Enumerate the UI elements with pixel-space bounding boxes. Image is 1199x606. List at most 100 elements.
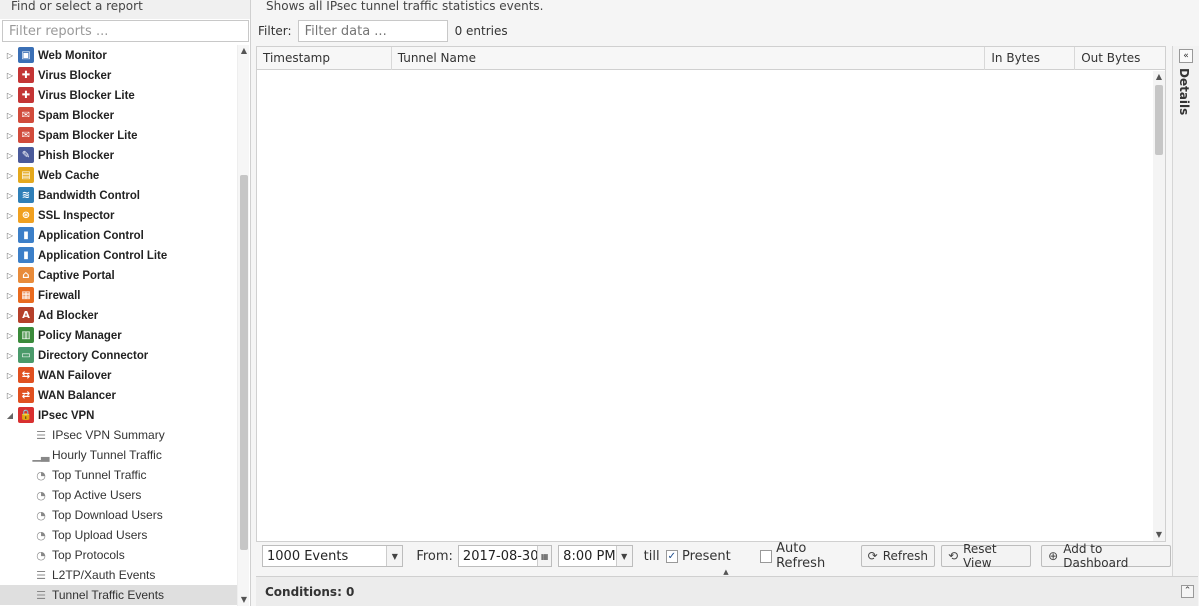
tree-item-spam-blocker-lite[interactable]: ▷ ✉ Spam Blocker Lite [0, 125, 237, 145]
auto-refresh-checkbox[interactable] [759, 549, 773, 563]
tree-child-report[interactable]: ☰ IPsec VPN Summary [0, 425, 237, 445]
column-header-timestamp[interactable]: Timestamp [257, 47, 392, 70]
expand-up-icon[interactable]: ⌃ [1181, 585, 1194, 598]
scroll-thumb[interactable] [240, 175, 248, 550]
column-header-tunnel-name[interactable]: Tunnel Name [392, 47, 986, 70]
tree-item-ad-blocker[interactable]: ▷ A Ad Blocker [0, 305, 237, 325]
ssl-inspector-icon: ⊛ [18, 207, 34, 223]
tree-expand-arrow-icon[interactable]: ▷ [6, 51, 14, 60]
tree-child-report[interactable]: ◔ Top Tunnel Traffic [0, 465, 237, 485]
tree-child-label: Top Tunnel Traffic [52, 468, 147, 482]
tree-child-label: Top Upload Users [52, 528, 148, 542]
column-header-out-bytes[interactable]: Out Bytes [1075, 47, 1165, 70]
tree-child-report[interactable]: ☰ L2TP/Xauth Events [0, 565, 237, 585]
tree-item-virus-blocker-lite[interactable]: ▷ ✚ Virus Blocker Lite [0, 85, 237, 105]
details-panel-collapsed[interactable]: « Details [1172, 46, 1199, 576]
tree-expand-arrow-icon[interactable]: ▷ [6, 311, 14, 320]
tree-expand-arrow-icon[interactable]: ▷ [6, 351, 14, 360]
scroll-up-arrow-icon[interactable]: ▲ [238, 45, 250, 57]
pie-chart-icon: ◔ [36, 528, 46, 542]
chevron-down-icon[interactable]: ▼ [386, 546, 403, 566]
calendar-icon[interactable]: ▦ [537, 546, 552, 566]
column-header-in-bytes[interactable]: In Bytes [985, 47, 1076, 70]
virus-blocker-icon: ✚ [18, 67, 34, 83]
tree-expand-arrow-icon[interactable]: ▷ [6, 171, 14, 180]
splitter-handle-icon[interactable]: ▲ [711, 569, 741, 576]
list-icon: ☰ [36, 568, 46, 582]
tree-item-label: Virus Blocker Lite [38, 88, 135, 102]
tree-child-report[interactable]: ◔ Top Active Users [0, 485, 237, 505]
tree-item-captive-portal[interactable]: ▷ ⌂ Captive Portal [0, 265, 237, 285]
expand-left-icon[interactable]: « [1179, 49, 1193, 63]
filter-data-input[interactable] [297, 20, 448, 42]
tree-expand-arrow-icon[interactable]: ▷ [6, 71, 14, 80]
tree-item-application-control-lite[interactable]: ▷ ▮ Application Control Lite [0, 245, 237, 265]
tree-item-bandwidth-control[interactable]: ▷ ≋ Bandwidth Control [0, 185, 237, 205]
tree-expand-arrow-icon[interactable]: ▷ [6, 211, 14, 220]
grid-scrollbar[interactable]: ▲ ▼ [1153, 71, 1165, 541]
tree-expand-arrow-icon[interactable]: ▷ [6, 151, 14, 160]
tree-expand-arrow-icon[interactable]: ▷ [6, 191, 14, 200]
pie-chart-icon: ◔ [36, 508, 46, 522]
tree-child-report[interactable]: ◔ Top Upload Users [0, 525, 237, 545]
tree-expand-arrow-icon[interactable]: ▷ [6, 251, 14, 260]
conditions-bar[interactable]: Conditions: 0 ⌃ [256, 576, 1198, 606]
scroll-down-arrow-icon[interactable]: ▼ [238, 594, 250, 606]
tree-item-spam-blocker[interactable]: ▷ ✉ Spam Blocker [0, 105, 237, 125]
filter-bar: Filter: 0 entries [256, 18, 1171, 44]
reset-view-button[interactable]: ⟲ Reset View [941, 542, 1032, 570]
tree-item-label: Application Control [38, 228, 144, 242]
tree-item-wan-failover[interactable]: ▷ ⇆ WAN Failover [0, 365, 237, 385]
refresh-button-label: Refresh [882, 549, 929, 563]
tree-expand-arrow-icon[interactable]: ▷ [6, 371, 14, 380]
tree-item-phish-blocker[interactable]: ▷ ✎ Phish Blocker [0, 145, 237, 165]
present-label: Present [681, 548, 731, 564]
tree-child-label: IPsec VPN Summary [52, 428, 165, 442]
scroll-thumb[interactable] [1155, 85, 1163, 155]
tree-child-report[interactable]: ☰ Tunnel Traffic Events [0, 585, 237, 605]
tree-item-directory-connector[interactable]: ▷ ▭ Directory Connector [0, 345, 237, 365]
refresh-button[interactable]: ⟳ Refresh [860, 545, 936, 567]
reset-view-button-label: Reset View [963, 542, 997, 570]
tree-expand-arrow-icon[interactable]: ▷ [6, 131, 14, 140]
from-date-field[interactable]: 2017-08-30 ▦ [457, 545, 553, 567]
tree-item-ipsec-vpn[interactable]: ◢ 🔒 IPsec VPN [0, 405, 237, 425]
tree-item-wan-balancer[interactable]: ▷ ⇄ WAN Balancer [0, 385, 237, 405]
tree-expand-arrow-icon[interactable]: ▷ [6, 331, 14, 340]
reports-tree-scrollbar[interactable]: ▲ ▼ [237, 45, 249, 606]
tree-item-application-control[interactable]: ▷ ▮ Application Control [0, 225, 237, 245]
grid-header: Timestamp Tunnel Name In Bytes Out Bytes [257, 47, 1165, 70]
tree-child-report[interactable]: ▁▃ Hourly Tunnel Traffic [0, 445, 237, 465]
tree-item-label: Policy Manager [38, 328, 122, 342]
filter-reports-input[interactable] [2, 20, 249, 42]
tree-child-report[interactable]: ◔ Top Download Users [0, 505, 237, 525]
policy-manager-icon: ▥ [18, 327, 34, 343]
tree-expand-arrow-icon[interactable]: ▷ [6, 291, 14, 300]
tree-collapse-arrow-icon[interactable]: ◢ [6, 411, 14, 420]
from-time-select[interactable]: 8:00 PM ▼ [558, 545, 633, 567]
tree-expand-arrow-icon[interactable]: ▷ [6, 231, 14, 240]
chevron-down-icon[interactable]: ▼ [615, 546, 632, 566]
tree-item-label: Captive Portal [38, 268, 115, 282]
add-to-dashboard-button[interactable]: ⊕ Add to Dashboard [1041, 542, 1172, 570]
web-cache-icon: ▤ [18, 167, 34, 183]
tree-expand-arrow-icon[interactable]: ▷ [6, 111, 14, 120]
scroll-up-arrow-icon[interactable]: ▲ [1153, 71, 1165, 83]
tree-item-policy-manager[interactable]: ▷ ▥ Policy Manager [0, 325, 237, 345]
scroll-down-arrow-icon[interactable]: ▼ [1153, 529, 1165, 541]
plus-circle-icon: ⊕ [1048, 549, 1059, 563]
tree-item-virus-blocker[interactable]: ▷ ✚ Virus Blocker [0, 65, 237, 85]
tree-expand-arrow-icon[interactable]: ▷ [6, 391, 14, 400]
tree-item-label: Web Cache [38, 168, 100, 182]
tree-child-report[interactable]: ◔ Top Protocols [0, 545, 237, 565]
tree-item-ssl-inspector[interactable]: ▷ ⊛ SSL Inspector [0, 205, 237, 225]
present-checkbox[interactable]: ✓ [665, 549, 678, 563]
tree-item-web-monitor[interactable]: ▷ ▣ Web Monitor [0, 45, 237, 65]
tree-expand-arrow-icon[interactable]: ▷ [6, 91, 14, 100]
tree-item-web-cache[interactable]: ▷ ▤ Web Cache [0, 165, 237, 185]
tree-item-firewall[interactable]: ▷ ▦ Firewall [0, 285, 237, 305]
bottom-toolbar: 1000 Events ▼ From: 2017-08-30 ▦ 8:00 PM… [256, 541, 1172, 571]
tree-expand-arrow-icon[interactable]: ▷ [6, 271, 14, 280]
events-limit-value: 1000 Events [267, 548, 349, 564]
events-limit-select[interactable]: 1000 Events ▼ [262, 545, 404, 567]
